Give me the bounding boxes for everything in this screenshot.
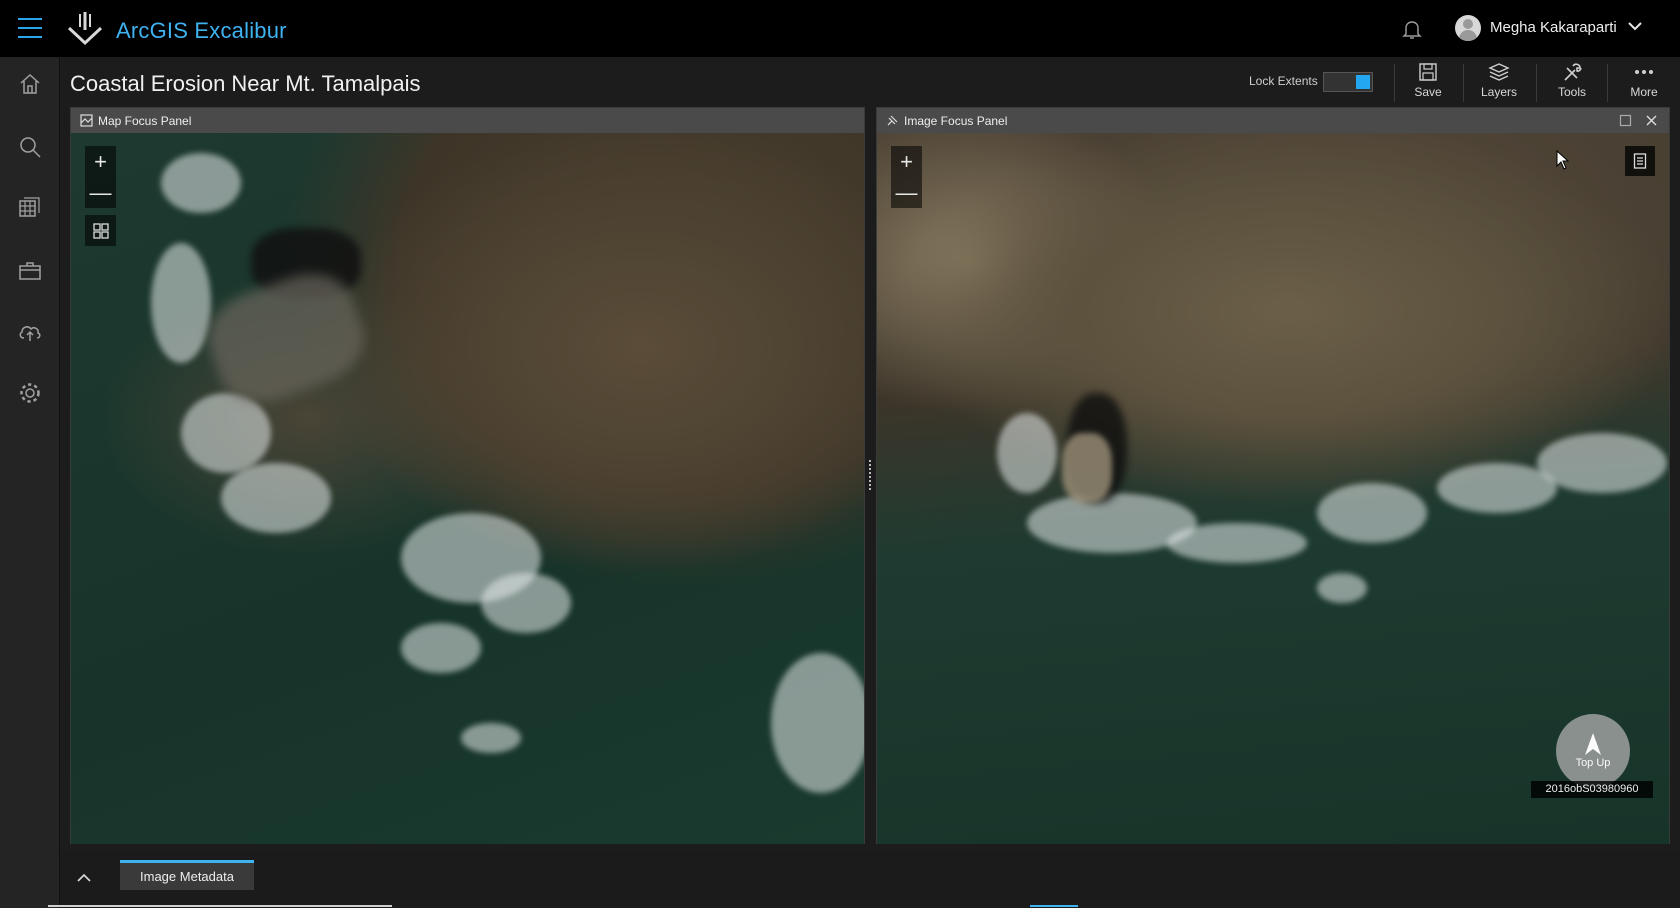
image-panel-header: Image Focus Panel: [877, 108, 1669, 133]
zoom-in-button[interactable]: +: [891, 146, 922, 177]
lock-extents-label: Lock Extents: [1249, 74, 1318, 88]
zoom-out-button[interactable]: —: [85, 177, 116, 208]
hamburger-menu-icon[interactable]: [18, 18, 42, 38]
bottom-bar: [60, 852, 1680, 908]
more-label: More: [1630, 85, 1658, 99]
save-button[interactable]: Save: [1400, 62, 1456, 104]
cloud-upload-icon[interactable]: [17, 319, 43, 345]
image-panel-title: Image Focus Panel: [904, 114, 1008, 128]
image-zoom-controls: + —: [891, 146, 922, 208]
toolbar-divider: [1463, 64, 1464, 102]
close-icon[interactable]: [1645, 114, 1658, 127]
image-focus-panel: Image Focus Panel + — Top Up 2016obS0398…: [876, 107, 1670, 844]
lock-extents-toggle[interactable]: [1323, 72, 1373, 92]
save-icon: [1419, 63, 1437, 81]
zoom-in-button[interactable]: +: [85, 146, 116, 177]
app-title[interactable]: ArcGIS Excalibur: [116, 18, 287, 44]
user-name[interactable]: Megha Kakaraparti: [1490, 19, 1617, 36]
grid-icon: [92, 222, 109, 239]
map-icon: [80, 114, 93, 127]
chevron-down-icon[interactable]: [1627, 20, 1643, 32]
map-panel-header: Map Focus Panel: [71, 108, 864, 133]
toggle-knob: [1356, 75, 1370, 89]
notifications-bell-icon[interactable]: [1400, 17, 1424, 41]
scroll-indicator-accent: [1030, 905, 1078, 907]
map-focus-panel: Map Focus Panel + —: [70, 107, 865, 844]
user-avatar[interactable]: [1455, 15, 1481, 41]
map-panel-title: Map Focus Panel: [98, 114, 192, 128]
tools-label: Tools: [1557, 85, 1586, 99]
top-up-button[interactable]: Top Up: [1556, 714, 1630, 788]
sidebar: [0, 57, 60, 908]
briefcase-icon[interactable]: [17, 258, 43, 284]
map-view[interactable]: + —: [71, 133, 864, 844]
mouse-cursor-icon: [1556, 150, 1570, 170]
image-stack-icon[interactable]: [17, 195, 43, 221]
top-up-label: Top Up: [1575, 757, 1611, 769]
save-label: Save: [1414, 85, 1442, 99]
satellite-icon: [887, 115, 898, 126]
search-icon[interactable]: [17, 134, 43, 160]
chevron-up-icon[interactable]: [75, 871, 93, 885]
home-icon[interactable]: [17, 71, 43, 97]
layers-icon: [1488, 63, 1510, 81]
toolbar-divider: [1394, 64, 1395, 102]
layers-button[interactable]: Layers: [1471, 62, 1527, 104]
tools-button[interactable]: Tools: [1544, 62, 1600, 104]
image-metadata-tab[interactable]: Image Metadata: [120, 860, 254, 890]
toolbar-divider: [1607, 64, 1608, 102]
map-zoom-controls: + —: [85, 146, 116, 208]
gear-icon[interactable]: [17, 380, 43, 406]
north-arrow-icon: [1585, 733, 1601, 755]
metadata-document-button[interactable]: [1625, 146, 1655, 176]
document-icon: [1633, 153, 1647, 169]
page-title: Coastal Erosion Near Mt. Tamalpais: [70, 71, 421, 96]
more-button[interactable]: More: [1616, 62, 1672, 104]
scroll-indicator: [48, 905, 392, 907]
image-view[interactable]: + — Top Up 2016obS03980960: [877, 133, 1669, 844]
layers-label: Layers: [1480, 85, 1518, 99]
image-id-label: 2016obS03980960: [1531, 781, 1653, 798]
excalibur-logo-icon: [67, 12, 103, 46]
tools-icon: [1564, 63, 1582, 81]
zoom-out-button[interactable]: —: [891, 177, 922, 208]
toolbar-divider: [1536, 64, 1537, 102]
top-bar: ArcGIS Excalibur Megha Kakaraparti: [0, 0, 1680, 57]
overview-grid-button[interactable]: [85, 215, 116, 246]
maximize-icon[interactable]: [1619, 114, 1632, 127]
more-dots-icon: [1635, 70, 1653, 74]
panel-resize-handle[interactable]: [868, 460, 872, 494]
